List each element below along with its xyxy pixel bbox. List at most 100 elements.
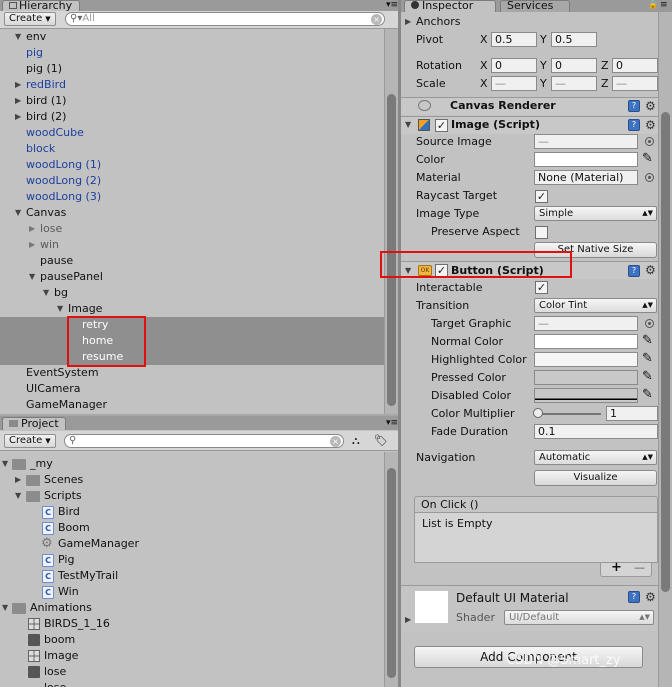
project-scrollbar[interactable]	[384, 452, 398, 687]
gear-icon[interactable]: ⚙	[645, 591, 656, 603]
preserve-aspect-checkbox[interactable]	[535, 226, 548, 239]
eyedropper-icon[interactable]: ✎	[642, 369, 653, 384]
expanded-arrow-icon[interactable]: ▼	[15, 29, 25, 45]
normal-color-field[interactable]	[534, 334, 638, 349]
filter-type-icon[interactable]: ⛬	[352, 434, 360, 448]
project-item[interactable]: lose	[44, 680, 66, 687]
expanded-arrow-icon[interactable]: ▼	[2, 456, 12, 472]
clear-search-icon[interactable]: ×	[371, 14, 382, 25]
material-field[interactable]: None (Material)	[534, 170, 638, 185]
hierarchy-item[interactable]: lose	[40, 221, 62, 237]
hierarchy-item[interactable]: pause	[40, 253, 73, 269]
gear-icon[interactable]: ⚙	[645, 264, 656, 276]
project-item[interactable]: Win	[58, 584, 79, 600]
eyedropper-icon[interactable]: ✎	[642, 333, 653, 348]
collapsed-arrow-icon[interactable]: ▶	[405, 612, 415, 628]
project-item[interactable]: lose	[44, 664, 66, 680]
scrollbar-thumb[interactable]	[661, 112, 670, 592]
color-multiplier-slider-track[interactable]	[537, 413, 601, 415]
scale-y-field[interactable]: —	[551, 76, 597, 91]
project-menu-icon[interactable]: ▾≡	[386, 418, 398, 428]
highlighted-color-field[interactable]	[534, 352, 638, 367]
anchors-label[interactable]: Anchors	[416, 14, 461, 30]
gear-icon[interactable]: ⚙	[645, 100, 656, 112]
help-icon[interactable]: ?	[628, 591, 640, 603]
hierarchy-item[interactable]: env	[26, 29, 46, 45]
pivot-x-field[interactable]: 0.5	[491, 32, 537, 47]
hierarchy-item[interactable]: woodLong (2)	[26, 173, 101, 189]
eyedropper-icon[interactable]: ✎	[642, 151, 653, 166]
color-multiplier-slider-handle[interactable]	[533, 408, 543, 418]
hierarchy-menu-icon[interactable]: ▾≡	[386, 0, 398, 10]
tab-project[interactable]: Project	[2, 417, 66, 430]
hierarchy-create-button[interactable]: Create ▼	[4, 12, 56, 26]
project-item[interactable]: Scenes	[44, 472, 83, 488]
material-preview[interactable]	[415, 591, 448, 623]
fade-duration-field[interactable]: 0.1	[534, 424, 658, 439]
expanded-arrow-icon[interactable]: ▼	[29, 269, 39, 285]
project-item[interactable]: GameManager	[58, 536, 139, 552]
project-item[interactable]: Boom	[58, 520, 90, 536]
project-item[interactable]: Pig	[58, 552, 74, 568]
target-graphic-field[interactable]: —	[534, 316, 638, 331]
project-item[interactable]: Bird	[58, 504, 80, 520]
collapsed-arrow-icon[interactable]: ▶	[15, 472, 25, 488]
project-create-button[interactable]: Create ▼	[4, 434, 56, 448]
collapsed-arrow-icon[interactable]: ▶	[15, 109, 25, 125]
help-icon[interactable]: ?	[628, 100, 640, 112]
color-field[interactable]	[534, 152, 638, 167]
filter-label-icon[interactable]: 🏷	[374, 434, 388, 447]
raycast-target-checkbox[interactable]: ✓	[535, 190, 548, 203]
collapsed-arrow-icon[interactable]: ▶	[29, 221, 39, 237]
project-item[interactable]: Image	[44, 648, 78, 664]
visualize-button[interactable]: Visualize	[534, 470, 657, 486]
color-multiplier-field[interactable]: 1	[606, 406, 658, 421]
scale-z-field[interactable]: —	[612, 76, 658, 91]
hierarchy-item[interactable]: bg	[54, 285, 68, 301]
project-item[interactable]: Scripts	[44, 488, 82, 504]
transition-dropdown[interactable]: Color Tint ▲▼	[534, 298, 657, 313]
image-type-dropdown[interactable]: Simple ▲▼	[534, 206, 657, 221]
lock-icon[interactable]: 🔒	[648, 0, 658, 10]
collapsed-arrow-icon[interactable]: ▶	[405, 14, 415, 30]
clear-search-icon[interactable]: ×	[330, 436, 341, 447]
object-picker-icon[interactable]	[645, 173, 654, 182]
help-icon[interactable]: ?	[628, 265, 640, 277]
hierarchy-item[interactable]: Canvas	[26, 205, 66, 221]
gear-icon[interactable]: ⚙	[645, 119, 656, 131]
hierarchy-item[interactable]: pig	[26, 45, 43, 61]
source-image-field[interactable]: —	[534, 134, 638, 149]
project-item[interactable]: Animations	[30, 600, 92, 616]
help-icon[interactable]: ?	[628, 119, 640, 131]
scale-x-field[interactable]: —	[491, 76, 537, 91]
project-item[interactable]: TestMyTrail	[58, 568, 118, 584]
object-picker-icon[interactable]	[645, 137, 654, 146]
hierarchy-item[interactable]: pausePanel	[40, 269, 103, 285]
hierarchy-scrollbar[interactable]	[384, 29, 398, 414]
hierarchy-item[interactable]: Image	[68, 301, 102, 317]
shader-dropdown[interactable]: UI/Default ▲▼	[504, 610, 654, 625]
hierarchy-item[interactable]: pig (1)	[26, 61, 62, 77]
collapsed-arrow-icon[interactable]: ▶	[15, 93, 25, 109]
object-picker-icon[interactable]	[645, 319, 654, 328]
eyedropper-icon[interactable]: ✎	[642, 387, 653, 402]
project-item[interactable]: _my	[30, 456, 53, 472]
project-search-input[interactable]: ⚲ ×	[64, 434, 344, 448]
image-enabled-checkbox[interactable]: ✓	[435, 119, 448, 132]
navigation-dropdown[interactable]: Automatic ▲▼	[534, 450, 657, 465]
remove-listener-button[interactable]: —	[634, 561, 645, 575]
inspector-menu-icon[interactable]: ≡	[660, 0, 668, 10]
pivot-y-field[interactable]: 0.5	[551, 32, 597, 47]
hierarchy-search-input[interactable]: ⚲▾All ×	[65, 12, 385, 26]
hierarchy-item[interactable]: bird (2)	[26, 109, 66, 125]
expanded-arrow-icon[interactable]: ▼	[2, 600, 12, 616]
disabled-color-field[interactable]	[534, 388, 638, 403]
collapsed-arrow-icon[interactable]: ▶	[29, 237, 39, 253]
pressed-color-field[interactable]	[534, 370, 638, 385]
hierarchy-item[interactable]: win	[40, 237, 59, 253]
expanded-arrow-icon[interactable]: ▼	[57, 301, 67, 317]
hierarchy-item[interactable]: woodCube	[26, 125, 84, 141]
rotation-z-field[interactable]: 0	[612, 58, 658, 73]
tab-services[interactable]: Services	[500, 0, 570, 12]
rotation-x-field[interactable]: 0	[491, 58, 537, 73]
